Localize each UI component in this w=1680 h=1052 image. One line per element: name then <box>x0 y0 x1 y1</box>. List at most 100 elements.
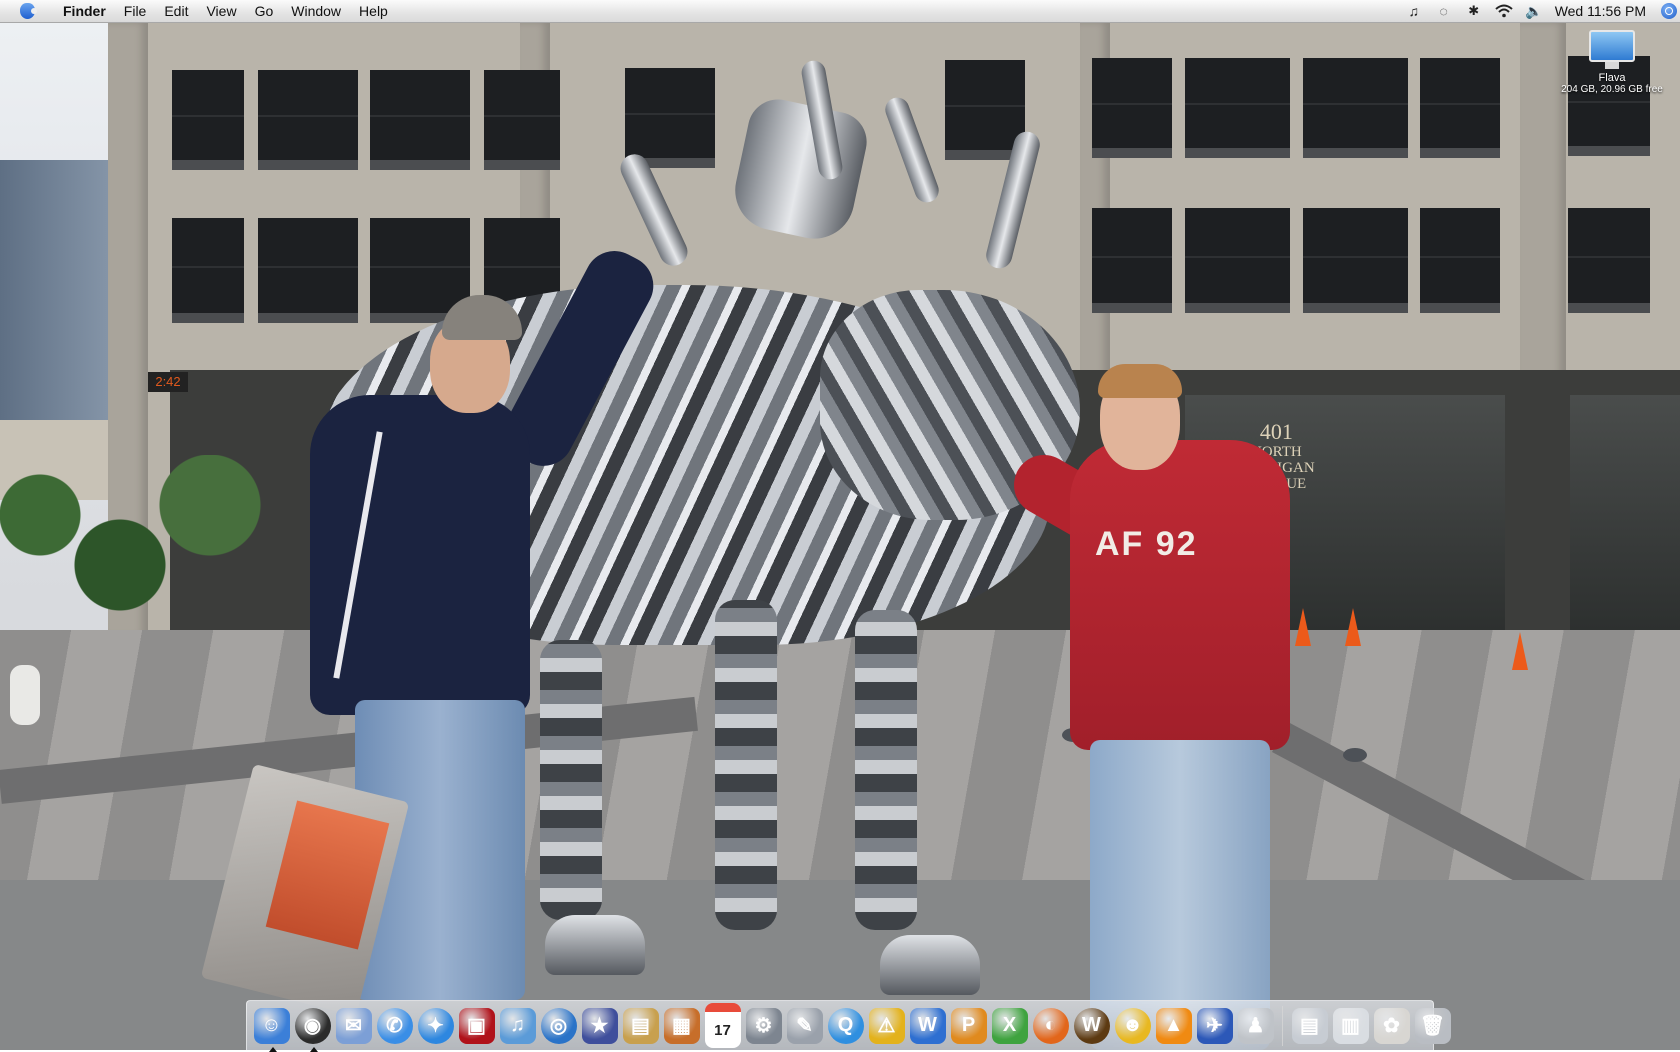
wallpaper-window <box>258 218 358 323</box>
game-figure-dock-item[interactable]: ♟ <box>1236 1006 1276 1046</box>
wallpaper-window <box>1185 208 1290 313</box>
wallpaper-window <box>1303 208 1408 313</box>
wifi-icon[interactable] <box>1489 0 1519 22</box>
firefox-dock-item[interactable]: ◐ <box>1031 1006 1071 1046</box>
itunes-note-icon[interactable]: ♫ <box>1399 0 1429 22</box>
wallpaper-moose-leg <box>540 640 602 920</box>
wallpaper-child <box>10 665 40 725</box>
ichat-dock-item[interactable]: ✆ <box>375 1006 415 1046</box>
downloads-stack-icon: ▥ <box>1332 1007 1369 1044</box>
aim-icon: ☻ <box>1114 1007 1151 1044</box>
script-editor-icon: ✎ <box>786 1007 823 1044</box>
preview-dock-item[interactable]: ▤ <box>621 1006 661 1046</box>
spotlight-icon <box>1661 3 1677 19</box>
menu-extras: ♫ ◌ ✱ 🔈 Wed 11:56 PM <box>1399 0 1680 22</box>
safari-dock-item[interactable]: ✦ <box>416 1006 456 1046</box>
menu-go[interactable]: Go <box>246 0 283 22</box>
world-of-warcraft-dock-item[interactable]: W <box>1072 1006 1112 1046</box>
finder-icon: ☺ <box>253 1007 290 1044</box>
microsoft-powerpoint-icon: P <box>950 1007 987 1044</box>
apple-menu[interactable] <box>0 0 54 22</box>
imovie-icon: ★ <box>581 1007 618 1044</box>
quicktime-dock-item[interactable]: Q <box>826 1006 866 1046</box>
wallpaper-window <box>172 218 244 323</box>
menu-app-finder[interactable]: Finder <box>54 0 115 22</box>
bluetooth-icon[interactable]: ✱ <box>1459 0 1489 22</box>
quicktime-icon: Q <box>827 1007 864 1044</box>
menu-clock[interactable]: Wed 11:56 PM <box>1549 3 1658 19</box>
desktop-wallpaper: 2:42 401 NORTH MICHIGAN AVENUE AF 92 <box>0 0 1680 1050</box>
volume-icon[interactable]: 🔈 <box>1519 0 1549 22</box>
menu-window[interactable]: Window <box>282 0 350 22</box>
dvd-player-icon: ◎ <box>540 1007 577 1044</box>
downloads-stack-dock-item[interactable]: ▥ <box>1331 1006 1371 1046</box>
imovie-dock-item[interactable]: ★ <box>580 1006 620 1046</box>
dashboard-dock-item[interactable]: ◉ <box>293 1006 333 1052</box>
disk-name-label: Flava <box>1598 72 1626 84</box>
wallpaper-cone <box>1512 632 1528 670</box>
cyberduck-dock-item[interactable]: ✈ <box>1195 1006 1235 1046</box>
world-of-warcraft-icon: W <box>1073 1007 1110 1044</box>
menu-view[interactable]: View <box>197 0 245 22</box>
ical-dock-item[interactable]: 17 <box>703 1003 743 1048</box>
microsoft-excel-icon: X <box>991 1007 1028 1044</box>
sync-icon[interactable]: ◌ <box>1429 0 1459 22</box>
dvd-player-dock-item[interactable]: ◎ <box>539 1006 579 1046</box>
trash-icon: 🗑 <box>1414 1007 1451 1044</box>
vlc-dock-item[interactable]: ▲ <box>1154 1006 1194 1046</box>
spotlight-button[interactable] <box>1658 0 1680 22</box>
wallpaper-moose-hoof <box>880 935 980 995</box>
wallpaper-time-sign: 2:42 <box>148 372 188 392</box>
aim-dock-item[interactable]: ☻ <box>1113 1006 1153 1046</box>
trash-dock-item[interactable]: 🗑 <box>1413 1006 1453 1046</box>
wallpaper-window <box>1420 208 1500 313</box>
menu-help[interactable]: Help <box>350 0 397 22</box>
vlc-icon: ▲ <box>1155 1007 1192 1044</box>
wallpaper-window <box>1185 58 1290 158</box>
preview-icon: ▤ <box>622 1007 659 1044</box>
microsoft-powerpoint-dock-item[interactable]: P <box>949 1006 989 1046</box>
dock-apps: ☺ ◉ ✉ ✆ ✦ ▣ ♫ ◎ ★ ▤ ▦ 17 ⚙ ✎ Q ⚠ W P X ◐ W ☻ ▲ ✈ ♟ <box>251 1003 1276 1052</box>
wallpaper-window <box>484 70 560 170</box>
koala-photo-dock-item[interactable]: ✿ <box>1372 1006 1412 1046</box>
wallpaper-window <box>370 70 470 170</box>
documents-stack-dock-item[interactable]: ▤ <box>1290 1006 1330 1046</box>
menu-file[interactable]: File <box>115 0 156 22</box>
wallpaper-hoodie-text: AF 92 <box>1095 525 1198 563</box>
wallpaper-person-jacket <box>310 395 530 715</box>
microsoft-word-dock-item[interactable]: W <box>908 1006 948 1046</box>
imac-disk-icon <box>1587 30 1637 70</box>
imac-stand <box>1605 62 1619 69</box>
wallpaper-pigeon <box>1343 748 1367 762</box>
apple-logo-icon <box>19 3 37 19</box>
ical-icon: 17 <box>704 1003 741 1048</box>
photo-booth-icon: ▣ <box>458 1007 495 1044</box>
wallpaper-window <box>1092 58 1172 158</box>
wallpaper-person-hair <box>1098 364 1182 398</box>
game-figure-icon: ♟ <box>1237 1007 1274 1044</box>
microsoft-excel-dock-item[interactable]: X <box>990 1006 1030 1046</box>
finder-dock-item[interactable]: ☺ <box>252 1006 292 1052</box>
cyberduck-icon: ✈ <box>1196 1007 1233 1044</box>
safari-icon: ✦ <box>417 1007 454 1044</box>
desktop-disk-flava[interactable]: Flava 204 GB, 20.96 GB free <box>1548 30 1676 95</box>
itunes-dock-item[interactable]: ♫ <box>498 1006 538 1046</box>
wallpaper-window <box>1420 58 1500 158</box>
firefox-icon: ◐ <box>1032 1007 1069 1044</box>
console-warning-dock-item[interactable]: ⚠ <box>867 1006 907 1046</box>
photo-booth-dock-item[interactable]: ▣ <box>457 1006 497 1046</box>
menu-bar: Finder File Edit View Go Window Help ♫ ◌… <box>0 0 1680 23</box>
wallpaper-moose-leg <box>715 600 777 930</box>
wallpaper-window <box>1303 58 1408 158</box>
system-preferences-dock-item[interactable]: ⚙ <box>744 1006 784 1046</box>
mail-dock-item[interactable]: ✉ <box>334 1006 374 1046</box>
wallpaper-cone <box>1345 608 1361 646</box>
wallpaper-lobby-glass <box>1570 395 1680 630</box>
wallpaper-cone <box>1295 608 1311 646</box>
script-editor-dock-item[interactable]: ✎ <box>785 1006 825 1046</box>
iphoto-dock-item[interactable]: ▦ <box>662 1006 702 1046</box>
menu-edit[interactable]: Edit <box>155 0 197 22</box>
dashboard-icon: ◉ <box>294 1007 331 1044</box>
wifi-glyph <box>1495 4 1513 18</box>
wallpaper-window <box>172 70 244 170</box>
